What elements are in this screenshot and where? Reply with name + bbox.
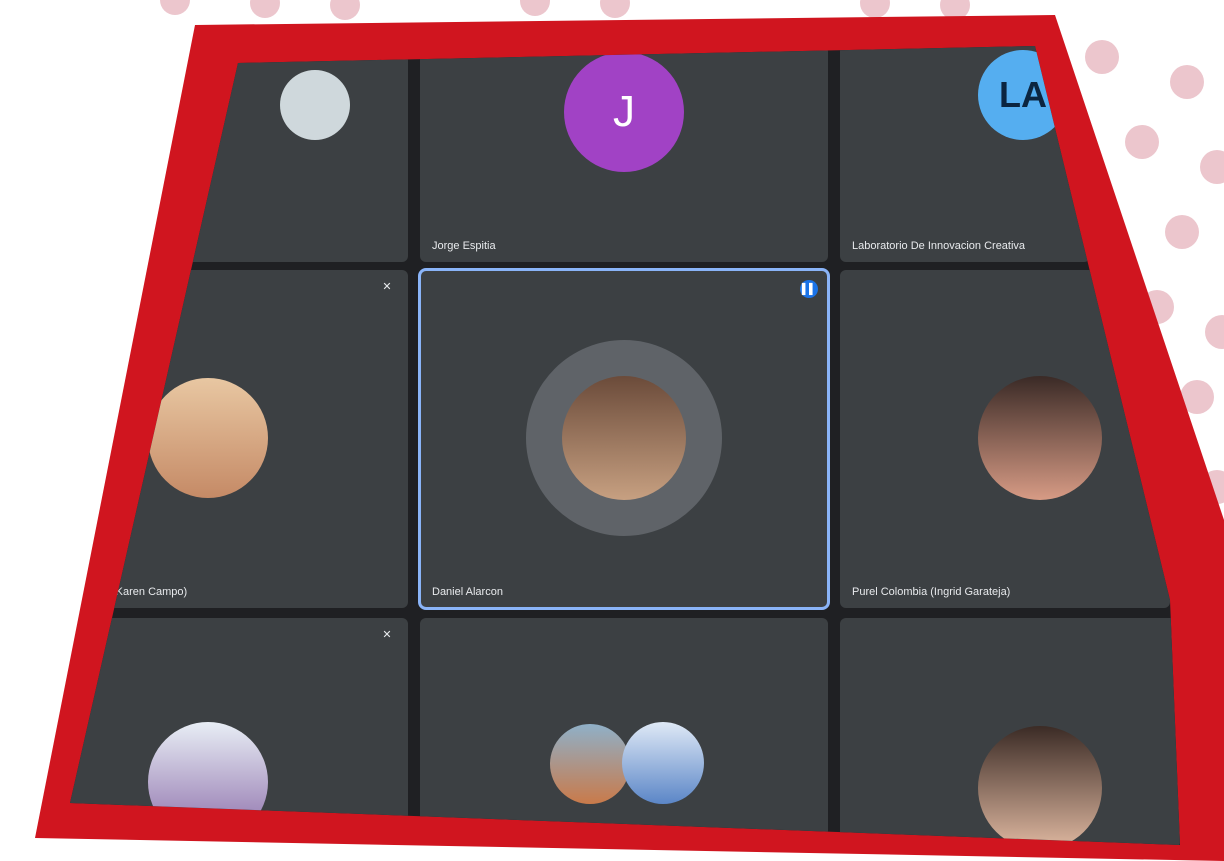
participant-name: Laboratorio De Innovacion Creativa <box>852 240 1026 252</box>
participant-tile[interactable] <box>840 618 1180 845</box>
mic-off-icon: ✕ <box>382 629 392 641</box>
decor-dot <box>860 0 890 18</box>
decor-dot <box>520 0 550 16</box>
decor-dot <box>1165 215 1199 249</box>
decor-dot <box>1085 40 1119 74</box>
participant-name: Jorge Espitia <box>432 240 496 252</box>
decor-dot <box>330 0 360 20</box>
avatar <box>550 724 630 804</box>
participant-tile-active[interactable]: ▌▌ Daniel Alarcon <box>418 268 830 610</box>
participant-tile[interactable] <box>420 618 828 845</box>
decor-dot <box>250 0 280 18</box>
participant-name: Daniel Alarcon <box>432 586 503 598</box>
participant-name: (Karen Campo) <box>112 586 188 598</box>
avatar <box>622 722 704 804</box>
participant-name: Purel Colombia (Ingrid Garateja) <box>852 586 1011 598</box>
avatar <box>562 376 686 500</box>
avatar <box>280 70 350 140</box>
avatar <box>148 378 268 498</box>
speaking-indicator-icon: ▌▌ <box>800 280 818 298</box>
decor-dot <box>1205 315 1224 349</box>
avatar: J <box>564 52 684 172</box>
avatar <box>978 726 1102 845</box>
decor-dot <box>1170 65 1204 99</box>
decor-dot <box>160 0 190 15</box>
decor-dot <box>1200 150 1224 184</box>
decor-dot <box>1125 125 1159 159</box>
mic-off-icon: ✕ <box>382 281 392 293</box>
participant-tile[interactable]: J Jorge Espitia <box>420 46 828 262</box>
avatar <box>978 376 1102 500</box>
decor-dot <box>600 0 630 18</box>
